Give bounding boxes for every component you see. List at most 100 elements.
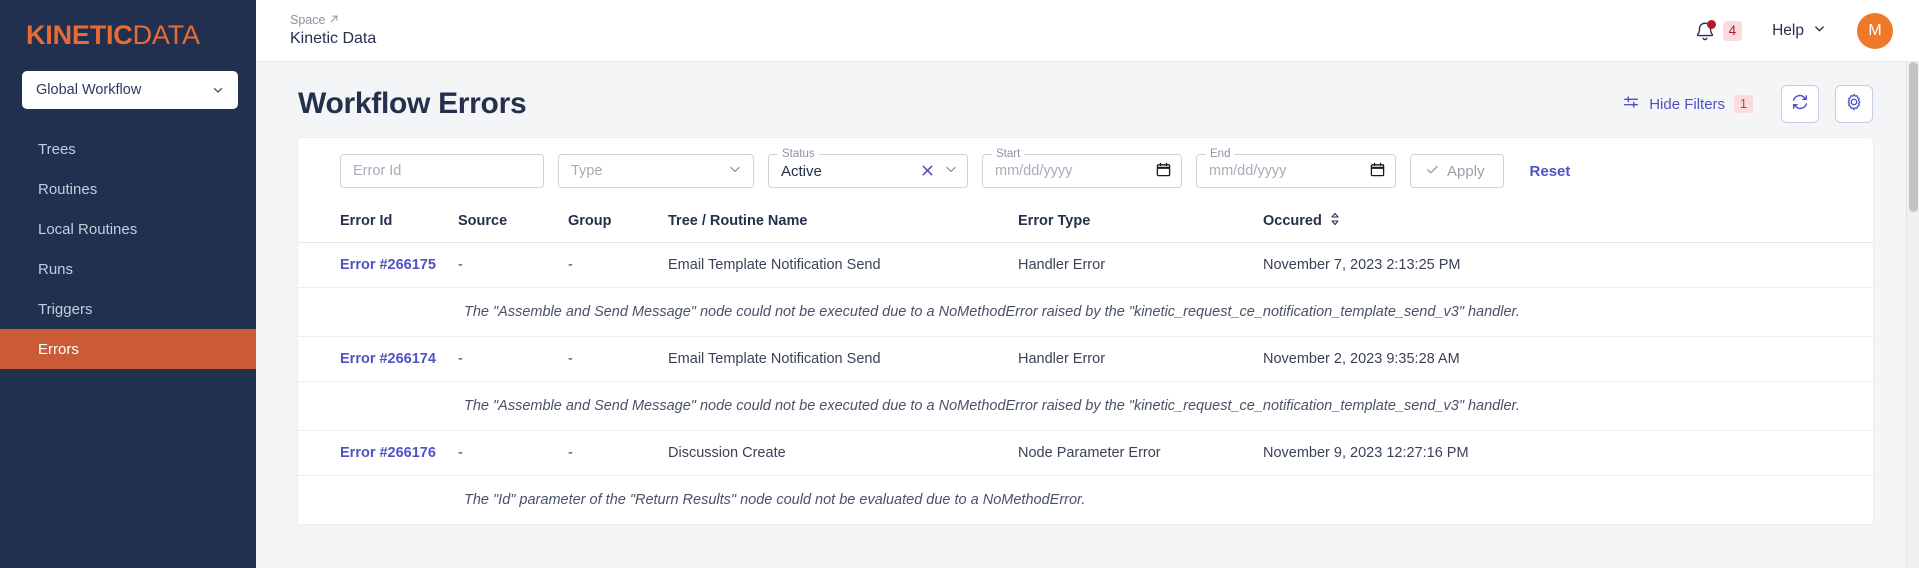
brand-logo[interactable]: KINETICDATA [0, 0, 256, 49]
space-selector-label: Global Workflow [36, 82, 142, 98]
sidebar-item-routines[interactable]: Routines [0, 169, 256, 209]
status-filter[interactable]: Status Active [768, 147, 968, 188]
page-title: Workflow Errors [298, 87, 527, 120]
page-actions: Hide Filters 1 [1622, 85, 1873, 123]
filters-icon [1622, 93, 1640, 115]
app-root: KINETICDATA Global Workflow Trees Routin… [0, 0, 1919, 568]
cell-group: - [568, 351, 573, 367]
cell-error-type: Handler Error [1018, 351, 1106, 367]
sidebar-item-label: Routines [38, 180, 98, 198]
error-description: The "Id" parameter of the "Return Result… [464, 492, 1086, 508]
column-header-error-id[interactable]: Error Id [298, 202, 458, 243]
table-row[interactable]: Error #266175 - - Email Template Notific… [298, 243, 1873, 288]
cell-tree-routine-name: Email Template Notification Send [668, 351, 881, 367]
breadcrumb-kicker: Space [290, 13, 326, 27]
space-selector[interactable]: Global Workflow [22, 71, 238, 109]
cell-tree-routine-name: Discussion Create [668, 445, 786, 461]
table-header-row: Error Id Source Group Tree / Routine Nam… [298, 202, 1873, 243]
sort-updown-icon [1329, 212, 1341, 230]
sidebar-item-label: Errors [38, 340, 79, 358]
notifications-button[interactable]: 4 [1694, 19, 1743, 43]
error-id-link[interactable]: Error #266174 [340, 351, 436, 367]
help-menu[interactable]: Help [1772, 21, 1827, 41]
status-filter-icons [921, 161, 959, 181]
help-label: Help [1772, 21, 1804, 39]
sidebar-item-local-routines[interactable]: Local Routines [0, 209, 256, 249]
error-description: The "Assemble and Send Message" node cou… [464, 304, 1520, 320]
brand-data: DATA [132, 20, 200, 50]
cell-group: - [568, 445, 573, 461]
cell-error-type: Node Parameter Error [1018, 445, 1161, 461]
end-date-filter[interactable]: End mm/dd/yyyy [1196, 147, 1396, 188]
breadcrumb-space-link[interactable]: Space [290, 12, 376, 28]
sidebar-item-label: Trees [38, 140, 76, 158]
column-header-error-type[interactable]: Error Type [1018, 202, 1263, 243]
cell-group: - [568, 257, 573, 273]
end-date-placeholder: mm/dd/yyyy [1209, 163, 1287, 179]
cell-source: - [458, 351, 463, 367]
table-head: Error Id Source Group Tree / Routine Nam… [298, 202, 1873, 243]
status-filter-label: Status [778, 147, 819, 161]
page-header: Workflow Errors Hide Filters 1 [298, 62, 1873, 138]
sidebar-item-label: Runs [38, 260, 74, 278]
column-header-tree-routine-name[interactable]: Tree / Routine Name [668, 202, 1018, 243]
error-id-placeholder: Error Id [353, 163, 402, 179]
cell-source: - [458, 445, 463, 461]
avatar[interactable]: M [1857, 12, 1893, 49]
start-date-label: Start [992, 147, 1025, 161]
sidebar: KINETICDATA Global Workflow Trees Routin… [0, 0, 256, 568]
column-header-occured-label: Occured [1263, 213, 1322, 229]
table-description-row: The "Assemble and Send Message" node cou… [298, 381, 1873, 431]
chevron-down-icon [727, 161, 743, 181]
error-id-link[interactable]: Error #266176 [340, 445, 436, 461]
refresh-icon [1790, 92, 1810, 117]
chevron-down-icon[interactable] [943, 161, 959, 181]
table-description-row: The "Id" parameter of the "Return Result… [298, 475, 1873, 524]
breadcrumb-title: Kinetic Data [290, 30, 377, 47]
cell-source: - [458, 257, 463, 273]
end-date-label: End [1206, 147, 1235, 161]
reset-button[interactable]: Reset [1530, 163, 1571, 180]
error-id-filter[interactable]: Error Id [340, 154, 544, 188]
apply-label: Apply [1447, 162, 1485, 180]
sidebar-item-errors[interactable]: Errors [0, 329, 256, 369]
table-row[interactable]: Error #266176 - - Discussion Create Node… [298, 431, 1873, 476]
column-header-source[interactable]: Source [458, 202, 568, 243]
chevron-down-icon [211, 83, 225, 97]
external-link-icon [329, 12, 339, 28]
cell-occured: November 2, 2023 9:35:28 AM [1263, 351, 1460, 367]
type-filter[interactable]: Type [558, 154, 754, 188]
x-icon[interactable] [921, 164, 934, 179]
sidebar-item-trees[interactable]: Trees [0, 129, 256, 169]
brand-kinetic: KINETIC [26, 20, 133, 50]
chevron-down-icon [1812, 21, 1827, 41]
status-filter-value: Active [781, 162, 822, 180]
calendar-icon[interactable] [1370, 162, 1385, 181]
cell-occured: November 9, 2023 12:27:16 PM [1263, 445, 1469, 461]
scrollbar-thumb[interactable] [1909, 62, 1918, 212]
filter-bar: Error Id Type Status Active Start mm/dd/… [298, 138, 1873, 202]
hide-filters-button[interactable]: Hide Filters 1 [1622, 93, 1753, 115]
cell-error-id: Error #266175 [298, 243, 458, 288]
sidebar-item-runs[interactable]: Runs [0, 249, 256, 289]
page-scrollbar[interactable] [1906, 62, 1919, 568]
sidebar-item-triggers[interactable]: Triggers [0, 289, 256, 329]
sidebar-nav: Trees Routines Local Routines Runs Trigg… [0, 129, 256, 369]
active-filter-count-badge: 1 [1734, 95, 1753, 113]
table-row[interactable]: Error #266174 - - Email Template Notific… [298, 337, 1873, 382]
column-header-group[interactable]: Group [568, 202, 668, 243]
sidebar-item-label: Triggers [38, 300, 93, 318]
error-id-link[interactable]: Error #266175 [340, 257, 436, 273]
column-header-occured[interactable]: Occured [1263, 202, 1873, 243]
check-icon [1425, 162, 1440, 181]
settings-button[interactable] [1835, 85, 1873, 123]
errors-table: Error Id Source Group Tree / Routine Nam… [298, 202, 1873, 524]
calendar-icon[interactable] [1156, 162, 1171, 181]
table-body: Error #266175 - - Email Template Notific… [298, 243, 1873, 524]
apply-button[interactable]: Apply [1410, 154, 1504, 188]
hide-filters-label: Hide Filters [1649, 95, 1726, 113]
refresh-button[interactable] [1781, 85, 1819, 123]
start-date-filter[interactable]: Start mm/dd/yyyy [982, 147, 1182, 188]
start-date-placeholder: mm/dd/yyyy [995, 163, 1073, 179]
sidebar-item-label: Local Routines [38, 220, 138, 238]
